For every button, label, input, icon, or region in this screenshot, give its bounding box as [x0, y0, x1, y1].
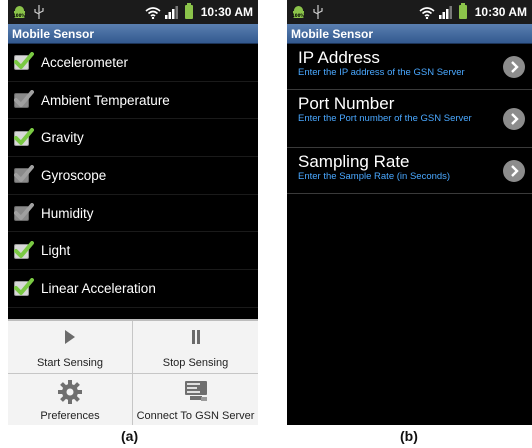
- phone-screen-b: 100% 10:30 AM Mobile Sensor IP Address E…: [287, 0, 532, 425]
- checkbox-checked[interactable]: [14, 240, 34, 261]
- preferences-button[interactable]: Preferences: [8, 374, 133, 425]
- gear-icon: [58, 380, 82, 404]
- sensor-row-gyroscope[interactable]: Gyroscope: [8, 157, 258, 195]
- menu-label: Start Sensing: [36, 357, 104, 369]
- setting-title: Port Number: [298, 94, 395, 113]
- settings-list: IP Address Enter the IP address of the G…: [287, 44, 532, 194]
- setting-sampling-rate[interactable]: Sampling Rate Enter the Sample Rate (in …: [287, 148, 532, 194]
- sensor-row-humidity[interactable]: Humidity: [8, 195, 258, 233]
- sensor-label: Linear Acceleration: [41, 280, 156, 296]
- wifi-icon: [419, 6, 435, 19]
- menu-label: Stop Sensing: [162, 357, 229, 369]
- battery-icon: [184, 3, 193, 19]
- pause-icon: [191, 330, 200, 344]
- setting-port-number[interactable]: Port Number Enter the Port number of the…: [287, 90, 532, 148]
- menu-label: Connect To GSN Server: [136, 410, 255, 422]
- setting-subtitle: Enter the IP address of the GSN Server: [298, 67, 465, 78]
- sensor-row-accelerometer[interactable]: Accelerometer: [8, 44, 258, 82]
- sensor-row-linear-acceleration[interactable]: Linear Acceleration: [8, 270, 258, 308]
- app-title-bar: Mobile Sensor: [287, 24, 532, 44]
- status-bar: 100% 10:30 AM: [287, 0, 532, 24]
- menu-label: Preferences: [40, 410, 100, 422]
- android-icon: 100%: [13, 6, 26, 18]
- clock: 10:30 AM: [474, 5, 527, 19]
- sensor-label: Gravity: [41, 130, 84, 146]
- setting-title: IP Address: [298, 48, 380, 67]
- android-icon: 100%: [292, 6, 305, 18]
- app-title-bar: Mobile Sensor: [8, 24, 258, 44]
- setting-subtitle: Enter the Sample Rate (in Seconds): [298, 171, 451, 182]
- connect-gsn-server-button[interactable]: Connect To GSN Server: [133, 374, 258, 425]
- usb-icon: [313, 5, 323, 19]
- start-sensing-button[interactable]: Start Sensing: [8, 321, 133, 374]
- usb-icon: [34, 5, 44, 19]
- signal-icon: [164, 5, 178, 19]
- signal-icon: [438, 5, 452, 19]
- chevron-right-icon[interactable]: [503, 107, 525, 130]
- wifi-icon: [145, 6, 161, 19]
- sensor-row-light[interactable]: Light: [8, 232, 258, 271]
- checkbox-checked[interactable]: [14, 52, 34, 72]
- status-bar: 100% 10:30 AM: [8, 0, 258, 24]
- setting-ip-address[interactable]: IP Address Enter the IP address of the G…: [287, 44, 532, 90]
- setting-subtitle: Enter the Port number of the GSN Server: [298, 113, 472, 124]
- checkbox-checked[interactable]: [14, 278, 34, 298]
- sensor-list: Accelerometer Ambient Temperature Gravit…: [8, 44, 258, 308]
- sensor-label: Ambient Temperature: [41, 92, 170, 108]
- stop-sensing-button[interactable]: Stop Sensing: [133, 321, 258, 374]
- caption-a: (a): [121, 428, 139, 444]
- sensor-label: Accelerometer: [41, 54, 129, 70]
- clock: 10:30 AM: [200, 5, 253, 19]
- sensor-label: Humidity: [41, 205, 94, 221]
- checkbox-unchecked[interactable]: [14, 90, 34, 110]
- caption-b: (b): [400, 428, 418, 444]
- checkbox-unchecked[interactable]: [14, 165, 34, 185]
- options-menu: Start Sensing Stop Sensing Preferences C…: [8, 319, 258, 425]
- setting-title: Sampling Rate: [298, 152, 410, 171]
- sensor-row-gravity[interactable]: Gravity: [8, 119, 258, 158]
- play-icon: [65, 330, 75, 344]
- sensor-label: Light: [41, 243, 71, 259]
- phone-screen-a: 100% 10:30 AM Mobile Sensor Acceleromete…: [8, 0, 258, 425]
- chevron-right-icon[interactable]: [503, 159, 525, 182]
- sensor-label: Gyroscope: [41, 167, 107, 183]
- checkbox-unchecked[interactable]: [14, 203, 34, 223]
- checkbox-checked[interactable]: [14, 127, 34, 148]
- battery-icon: [458, 3, 467, 19]
- server-icon: [184, 381, 207, 401]
- sensor-row-ambient-temperature[interactable]: Ambient Temperature: [8, 82, 258, 120]
- chevron-right-icon[interactable]: [503, 55, 525, 78]
